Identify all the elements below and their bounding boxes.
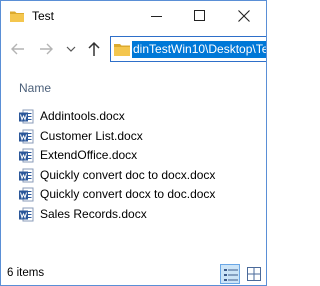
up-button[interactable]: [84, 36, 104, 62]
list-item[interactable]: Quickly convert doc to docx.docx: [19, 166, 259, 186]
folder-icon: [114, 43, 130, 56]
navigation-bar: dinTestWin10\Desktop\Test: [1, 36, 266, 62]
minimize-button[interactable]: [135, 1, 178, 31]
word-document-icon: [19, 187, 34, 202]
back-button[interactable]: [7, 36, 29, 62]
file-name: Sales Records.docx: [40, 206, 147, 221]
file-name: Customer List.docx: [40, 128, 143, 143]
folder-icon: [10, 9, 24, 22]
file-list: Addintools.docx Customer List.docx Exten…: [19, 107, 259, 225]
file-name: Addintools.docx: [40, 109, 125, 123]
column-header-name[interactable]: Name: [19, 81, 51, 95]
address-path[interactable]: dinTestWin10\Desktop\Test: [132, 41, 266, 58]
word-document-icon: [19, 207, 34, 222]
file-name: Quickly convert docx to doc.docx: [40, 187, 216, 202]
address-bar[interactable]: dinTestWin10\Desktop\Test: [110, 36, 266, 62]
file-name: Quickly convert doc to docx.docx: [40, 167, 216, 182]
explorer-window: Test dinTestWin10\Desktop\Test Name Addi…: [0, 0, 267, 286]
title-bar[interactable]: Test: [1, 1, 266, 31]
list-item[interactable]: Customer List.docx: [19, 127, 259, 147]
list-item[interactable]: Addintools.docx: [19, 107, 259, 127]
list-item[interactable]: Sales Records.docx: [19, 205, 259, 225]
word-document-icon: [19, 129, 34, 144]
item-count: 6 items: [7, 267, 45, 279]
word-document-icon: [19, 109, 34, 124]
minimize-icon: [151, 16, 162, 17]
list-item[interactable]: Quickly convert docx to doc.docx: [19, 185, 259, 205]
file-name: ExtendOffice.docx: [40, 148, 138, 163]
window-title: Test: [32, 9, 55, 23]
maximize-icon: [194, 10, 205, 21]
details-view-button[interactable]: [220, 264, 240, 284]
status-bar: 6 items: [1, 263, 266, 285]
forward-button[interactable]: [35, 36, 57, 62]
large-icons-view-button[interactable]: [244, 264, 264, 284]
word-document-icon: [19, 168, 34, 183]
list-item[interactable]: ExtendOffice.docx: [19, 146, 259, 166]
word-document-icon: [19, 148, 34, 163]
recent-locations-button[interactable]: [65, 36, 77, 62]
close-button[interactable]: [222, 1, 265, 31]
maximize-button[interactable]: [178, 1, 221, 31]
